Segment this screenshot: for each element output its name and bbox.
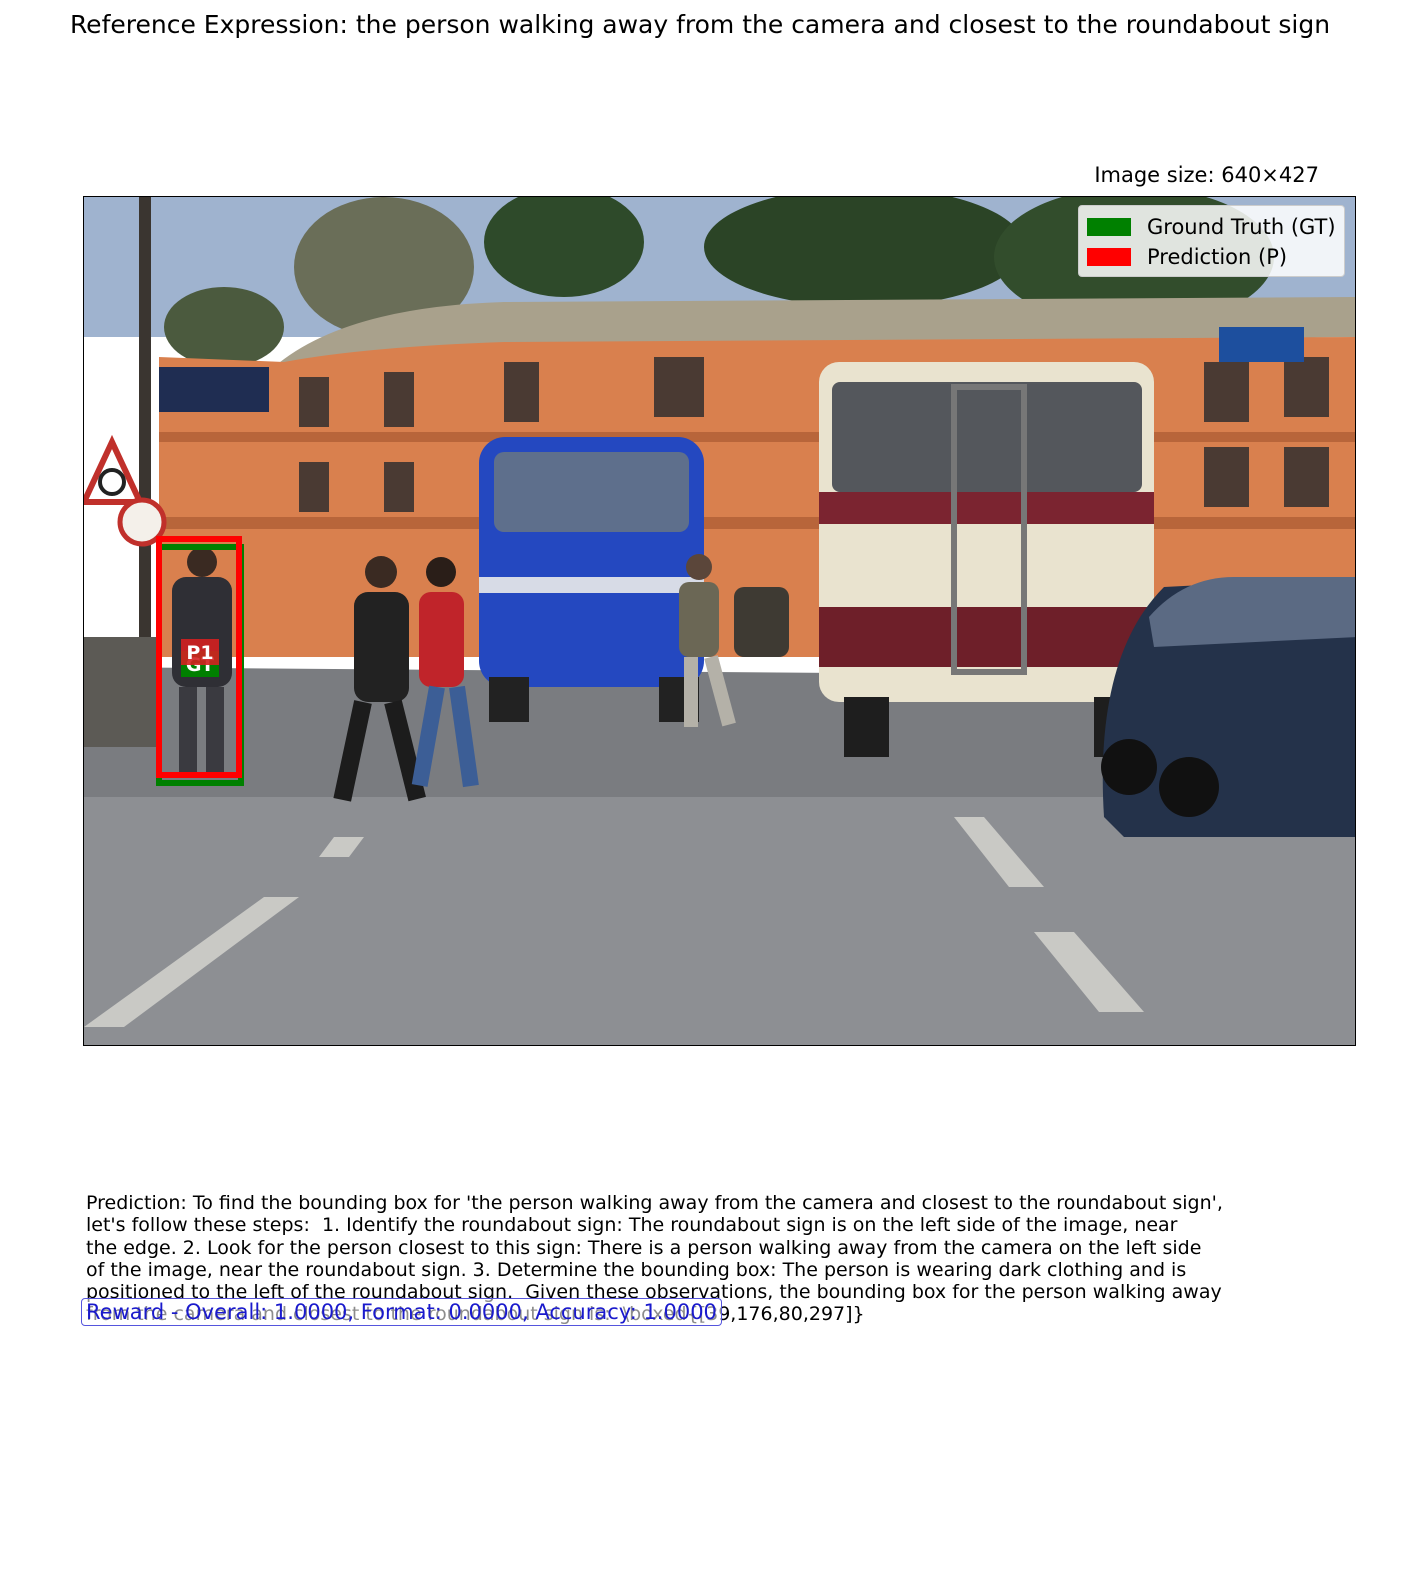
floor-band [159, 432, 1355, 442]
roundabout-sign [84, 434, 167, 547]
pred-swatch [1087, 248, 1131, 266]
page-title: Reference Expression: the person walking… [69, 10, 1331, 39]
signboard [159, 367, 269, 412]
white-bus [819, 362, 1154, 757]
legend-item-pred: Prediction (P) [1087, 245, 1287, 269]
gt-swatch [1087, 218, 1131, 236]
legend-item-gt: Ground Truth (GT) [1087, 215, 1336, 239]
pred-box-label: P1 [186, 642, 213, 664]
tree [164, 287, 284, 367]
legend-pred-label: Prediction (P) [1147, 245, 1288, 269]
legend-gt-label: Ground Truth (GT) [1147, 215, 1336, 239]
image-size-label: Image size: 640×427 [1094, 163, 1319, 187]
blue-bus [479, 437, 704, 722]
reward-summary: Reward - Overall: 1.0000, Format: 0.0000… [81, 1298, 722, 1326]
sidewalk-railing [84, 637, 159, 747]
signboard [1219, 327, 1304, 362]
legend: Ground Truth (GT) Prediction (P) [1078, 205, 1345, 277]
street-scene: GT P1 [84, 197, 1355, 1045]
street-photo: GT P1 Ground Truth (GT) Prediction (P) [83, 196, 1356, 1046]
floor-band [159, 517, 1355, 529]
